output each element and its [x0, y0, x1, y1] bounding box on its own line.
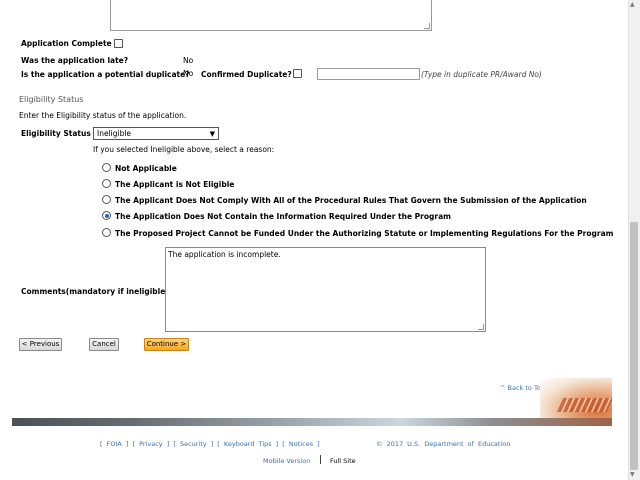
- comments-value: The application is incomplete.: [168, 250, 281, 259]
- keyboard-tips-link[interactable]: Keyboard Tips: [224, 440, 272, 448]
- reason-label-not-applicable: Not Applicable: [115, 164, 177, 173]
- reason-label-cannot-be-funded: The Proposed Project Cannot be Funded Un…: [115, 229, 614, 238]
- footer-banner: [12, 418, 612, 426]
- resize-handle[interactable]: [424, 23, 430, 29]
- comments-textarea[interactable]: The application is incomplete.: [165, 247, 486, 332]
- reason-label-not-eligible: The Applicant is Not Eligible: [115, 180, 235, 189]
- foia-link[interactable]: FOIA: [107, 440, 122, 448]
- eligibility-instruction: Enter the Eligibility status of the appl…: [19, 111, 187, 120]
- duplicate-award-input[interactable]: [317, 68, 420, 80]
- full-site-label: Full Site: [330, 457, 356, 465]
- eligibility-status-value: Ineligible: [97, 129, 132, 138]
- reason-radio-cannot-be-funded[interactable]: [102, 228, 111, 237]
- resize-handle[interactable]: [478, 324, 484, 330]
- reason-prompt: If you selected Ineligible above, select…: [93, 145, 275, 154]
- reason-label-procedural-rules: The Applicant Does Not Comply With All o…: [115, 196, 587, 205]
- reason-radio-procedural-rules[interactable]: [102, 195, 111, 204]
- comments-label: Comments(mandatory if ineligible): [21, 287, 169, 296]
- notices-link[interactable]: Notices: [289, 440, 313, 448]
- continue-button[interactable]: Continue >: [144, 338, 189, 351]
- application-complete-checkbox[interactable]: [114, 39, 123, 48]
- footer-links: [ FOIA ] [ Privacy ] [ Security ] [ Keyb…: [100, 440, 320, 448]
- reason-radio-not-eligible[interactable]: [102, 179, 111, 188]
- application-complete-label: Application Complete: [21, 39, 112, 48]
- confirmed-duplicate-checkbox[interactable]: [293, 69, 302, 78]
- chevron-down-icon: ▼: [209, 130, 215, 138]
- decorative-campus-image: [540, 378, 612, 418]
- scroll-down-arrow-icon[interactable]: ▼: [630, 471, 635, 478]
- scrollbar-thumb[interactable]: [630, 222, 638, 470]
- duplicate-value: No: [183, 69, 194, 78]
- reason-radio-not-applicable[interactable]: [102, 163, 111, 172]
- copyright-text: © 2017 U.S. Department of Education: [376, 440, 511, 448]
- duplicate-hint: (Type in duplicate PR/Award No): [421, 70, 542, 79]
- late-value: No: [183, 56, 194, 65]
- security-link[interactable]: Security: [180, 440, 207, 448]
- eligibility-section-title: Eligibility Status: [19, 95, 84, 104]
- back-to-top-link[interactable]: ^ Back to Top: [500, 384, 545, 392]
- cancel-button[interactable]: Cancel: [89, 338, 119, 351]
- reason-label-missing-information: The Application Does Not Contain the Inf…: [115, 212, 451, 221]
- scroll-up-arrow-icon[interactable]: ▲: [630, 1, 635, 8]
- mobile-version-link[interactable]: Mobile Version: [263, 457, 310, 465]
- footer-separator: [320, 455, 321, 464]
- confirmed-duplicate-label: Confirmed Duplicate?: [201, 70, 292, 79]
- eligibility-status-label: Eligibility Status: [21, 129, 91, 138]
- reason-radio-missing-information[interactable]: [102, 211, 111, 220]
- top-textarea[interactable]: [110, 0, 432, 31]
- duplicate-label: Is the application a potential duplicate…: [21, 70, 190, 79]
- late-label: Was the application late?: [21, 56, 129, 65]
- eligibility-status-select[interactable]: Ineligible ▼: [93, 127, 219, 140]
- previous-button[interactable]: < Previous: [19, 338, 62, 351]
- privacy-link[interactable]: Privacy: [139, 440, 163, 448]
